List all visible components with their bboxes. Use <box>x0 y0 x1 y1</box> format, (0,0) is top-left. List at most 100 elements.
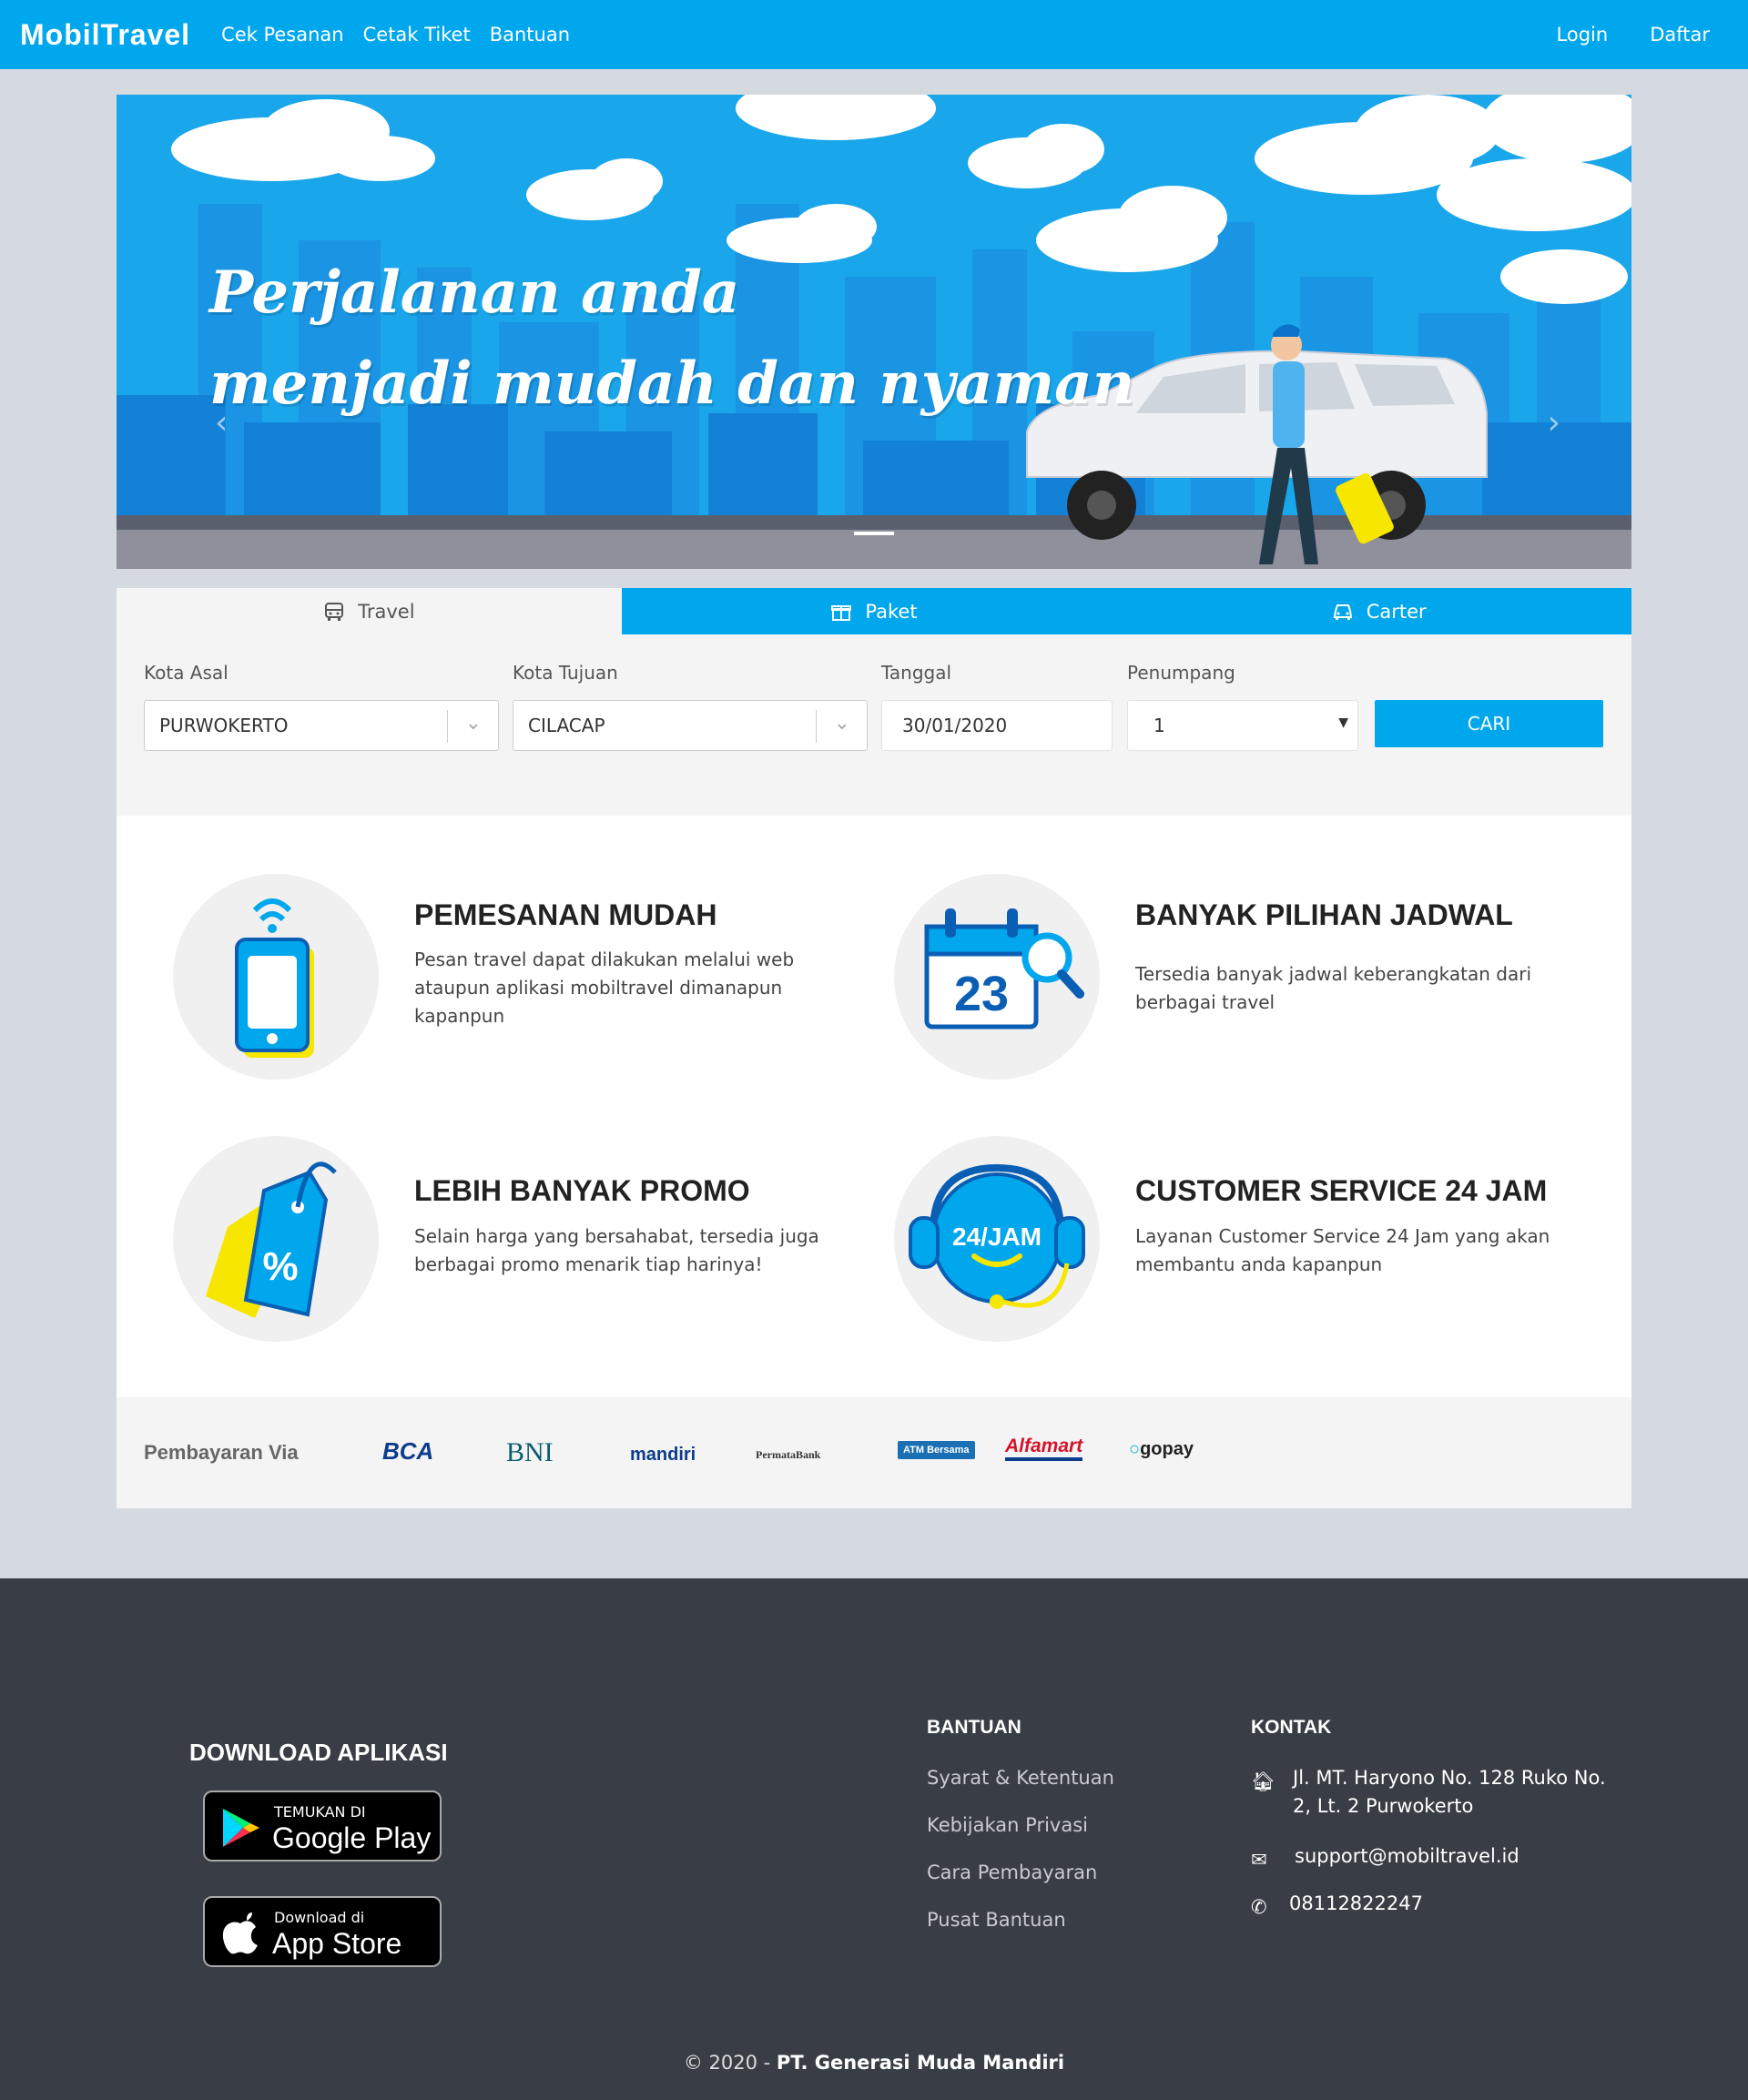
hero-carousel[interactable]: Perjalanan anda menjadi mudah dan nyaman… <box>117 95 1631 569</box>
features-section: PEMESANAN MUDAH Pesan travel dapat dilak… <box>117 816 1631 1397</box>
price-tag-icon: % <box>206 1162 337 1318</box>
nav-link-cetak-tiket[interactable]: Cetak Tiket <box>363 24 471 46</box>
destination-value: CILACAP <box>528 715 605 736</box>
search-button[interactable]: CARI <box>1375 700 1603 747</box>
contact-address: 🏠︎ Jl. MT. Haryono No. 128 Ruko No. 2, L… <box>1251 1764 1624 1821</box>
cs-text: 24/JAM <box>952 1222 1042 1251</box>
gopay-ring-icon: ○ <box>1129 1439 1141 1459</box>
origin-value: PURWOKERTO <box>159 715 289 736</box>
help-link-payment[interactable]: Cara Pembayaran <box>927 1862 1097 1883</box>
chevron-down-icon[interactable]: ⌄ <box>834 712 850 735</box>
feature-description: Layanan Customer Service 24 Jam yang aka… <box>1135 1225 1550 1275</box>
smartphone-icon <box>235 898 314 1058</box>
footer: DOWNLOAD APLIKASI TEMUKAN DI Google Play… <box>0 1578 1748 2100</box>
date-label: Tanggal <box>881 662 952 684</box>
app-store-big-text: App Store <box>272 1927 402 1960</box>
phone-text[interactable]: 08112822247 <box>1289 1892 1423 1914</box>
destination-select[interactable]: CILACAP ⌄ <box>513 700 868 751</box>
nav-link-bantuan[interactable]: Bantuan <box>490 24 570 46</box>
tab-carter[interactable]: Carter <box>1126 588 1632 634</box>
feature-title: CUSTOMER SERVICE 24 JAM <box>1135 1174 1548 1207</box>
percent-text: % <box>262 1244 298 1289</box>
email-text[interactable]: support@mobiltravel.id <box>1295 1845 1519 1867</box>
address-text: Jl. MT. Haryono No. 128 Ruko No. 2, Lt. … <box>1293 1767 1606 1817</box>
hero-headline: Perjalanan anda menjadi mudah dan nyaman <box>209 248 1134 430</box>
bus-icon <box>325 602 344 621</box>
help-title: BANTUAN <box>927 1717 1021 1738</box>
copyright: © 2020 - PT. Generasi Muda Mandiri <box>0 2052 1748 2074</box>
apple-icon <box>222 1912 258 1954</box>
google-play-small-text: TEMUKAN DI <box>274 1803 366 1821</box>
envelope-icon: ✉ <box>1251 1849 1267 1871</box>
register-link[interactable]: Daftar <box>1650 24 1710 46</box>
chevron-down-icon[interactable]: ⌄ <box>465 712 482 735</box>
origin-select[interactable]: PURWOKERTO ⌄ <box>144 700 499 751</box>
permatabank-logo: PermataBank <box>756 1448 821 1461</box>
booking-tabs: Travel Paket Carter <box>117 588 1632 634</box>
car-icon <box>1333 604 1352 620</box>
login-link[interactable]: Login <box>1557 24 1609 46</box>
select-separator <box>816 710 817 743</box>
app-store-small-text: Download di <box>274 1909 365 1926</box>
nav-auth: Login Daftar <box>1557 24 1710 46</box>
gopay-logo: ○gopay <box>1129 1439 1194 1460</box>
brand-logo[interactable]: MobilTravel <box>20 18 190 52</box>
alfamart-logo: Alfamart <box>1005 1436 1083 1461</box>
gift-icon <box>831 604 852 621</box>
feature-icon-wrap: % <box>173 1136 379 1342</box>
home-icon: 🏠︎ <box>1251 1770 1275 1792</box>
carousel-next-icon[interactable]: › <box>1548 404 1560 441</box>
contact-phone: ✆ 08112822247 <box>1251 1890 1423 1918</box>
contact-title: KONTAK <box>1251 1717 1332 1738</box>
help-link-terms[interactable]: Syarat & Ketentuan <box>927 1767 1114 1789</box>
app-store-button[interactable]: Download di App Store <box>203 1896 442 1967</box>
feature-title: PEMESANAN MUDAH <box>414 898 717 931</box>
caret-down-icon[interactable]: ▼ <box>1338 715 1348 730</box>
tab-paket[interactable]: Paket <box>621 588 1127 634</box>
feature-icon-wrap: 24/JAM <box>894 1136 1100 1342</box>
origin-label: Kota Asal <box>144 662 229 684</box>
tab-travel-label: Travel <box>358 600 415 623</box>
carousel-indicator[interactable] <box>854 532 894 535</box>
carousel-prev-icon[interactable]: ‹ <box>215 404 228 441</box>
date-input[interactable]: 30/01/2020 <box>881 700 1113 751</box>
hero-line-2: menjadi mudah dan nyaman <box>209 350 1135 418</box>
payment-label: Pembayaran Via <box>144 1441 299 1464</box>
download-title: DOWNLOAD APLIKASI <box>189 1739 448 1766</box>
atm-bersama-logo: ATM Bersama <box>898 1441 975 1459</box>
feature-description: Selain harga yang bersahabat, tersedia j… <box>414 1225 819 1275</box>
headset-icon: 24/JAM <box>909 1163 1085 1309</box>
main-container: Perjalanan anda menjadi mudah dan nyaman… <box>117 95 1632 1508</box>
search-form: Kota Asal PURWOKERTO ⌄ Kota Tujuan CILAC… <box>117 634 1631 816</box>
select-separator <box>447 710 448 743</box>
google-play-button[interactable]: TEMUKAN DI Google Play <box>203 1791 442 1862</box>
calendar-day-text: 23 <box>954 967 1009 1021</box>
top-navbar: MobilTravel Cek Pesanan Cetak Tiket Bant… <box>0 0 1748 69</box>
feature-icon-wrap: 23 <box>894 874 1100 1080</box>
phone-icon: ✆ <box>1251 1896 1267 1918</box>
bca-logo: BCA <box>382 1437 434 1465</box>
hero-line-1: Perjalanan anda <box>209 259 740 327</box>
help-link-privacy[interactable]: Kebijakan Privasi <box>927 1814 1088 1836</box>
help-link-help-center[interactable]: Pusat Bantuan <box>927 1909 1066 1931</box>
payment-methods: Pembayaran Via BCA BNI mandiri PermataBa… <box>117 1397 1631 1508</box>
copyright-prefix: © 2020 - <box>683 2052 777 2074</box>
mandiri-logo: mandiri <box>630 1445 696 1465</box>
gopay-text: gopay <box>1140 1439 1194 1459</box>
bni-logo: BNI <box>506 1437 554 1467</box>
feature-icon-wrap <box>173 874 379 1080</box>
nav-link-cek-pesanan[interactable]: Cek Pesanan <box>221 24 344 46</box>
passenger-label: Penumpang <box>1127 662 1235 684</box>
feature-title: LEBIH BANYAK PROMO <box>414 1174 750 1207</box>
nav-links: Cek Pesanan Cetak Tiket Bantuan <box>221 24 570 46</box>
tab-travel[interactable]: Travel <box>117 588 622 634</box>
copyright-company: PT. Generasi Muda Mandiri <box>776 2052 1065 2074</box>
google-play-big-text: Google Play <box>272 1821 432 1854</box>
passenger-value: 1 <box>1153 715 1165 736</box>
tab-paket-label: Paket <box>865 600 918 623</box>
feature-title: BANYAK PILIHAN JADWAL <box>1135 898 1513 931</box>
google-play-icon <box>223 1809 259 1847</box>
tab-carter-label: Carter <box>1366 600 1427 623</box>
passenger-select[interactable]: 1 ▼ <box>1127 700 1358 751</box>
feature-description: Tersedia banyak jadwal keberangkatan dar… <box>1135 963 1531 1013</box>
